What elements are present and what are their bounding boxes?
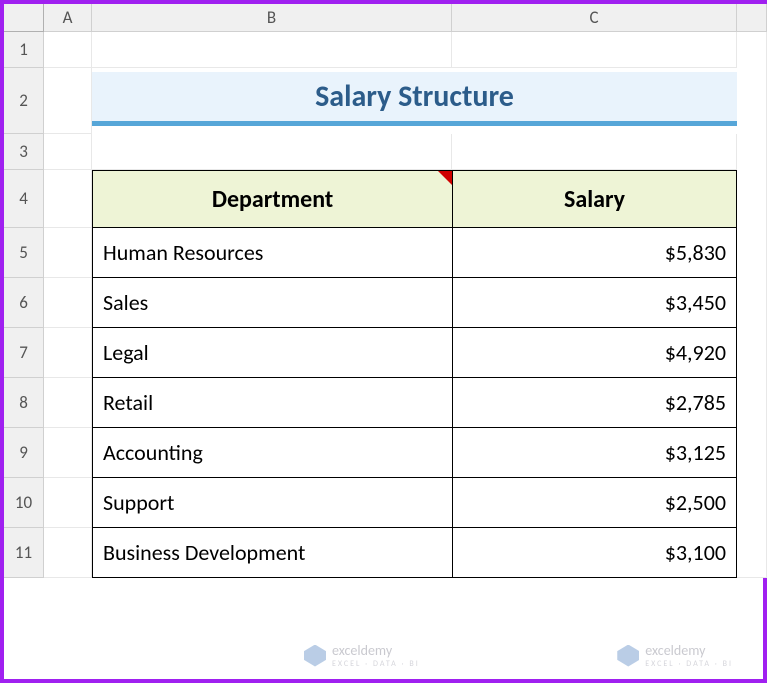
row-head-10[interactable]: 10 — [4, 478, 44, 528]
row-head-8[interactable]: 8 — [4, 378, 44, 428]
row-head-6[interactable]: 6 — [4, 278, 44, 328]
cell-c5[interactable]: $5,830 — [452, 228, 737, 278]
watermark-brand: exceldemy — [332, 642, 420, 659]
header-department-label: Department — [212, 185, 333, 214]
spreadsheet-grid: A B C 1 2 3 4 5 6 7 8 9 10 11 Salary Str… — [4, 4, 763, 578]
header-salary[interactable]: Salary — [452, 170, 737, 228]
header-department[interactable]: Department — [92, 170, 452, 228]
cell-c1[interactable] — [452, 32, 737, 68]
watermark-tagline: EXCEL · DATA · BI — [645, 659, 733, 669]
cell-b9[interactable]: Accounting — [92, 428, 452, 478]
watermark-right: exceldemy EXCEL · DATA · BI — [617, 642, 733, 669]
cell-b3[interactable] — [92, 134, 452, 170]
cell-b6[interactable]: Sales — [92, 278, 452, 328]
cell-c10[interactable]: $2,500 — [452, 478, 737, 528]
cell-b1[interactable] — [92, 32, 452, 68]
watermark-tagline: EXCEL · DATA · BI — [332, 659, 420, 669]
cell-b7[interactable]: Legal — [92, 328, 452, 378]
cell-a8[interactable] — [44, 378, 92, 428]
cell-b5[interactable]: Human Resources — [92, 228, 452, 278]
cell-a5[interactable] — [44, 228, 92, 278]
cell-a4[interactable] — [44, 170, 92, 228]
cell-c9[interactable]: $3,125 — [452, 428, 737, 478]
cell-a9[interactable] — [44, 428, 92, 478]
cell-c11[interactable]: $3,100 — [452, 528, 737, 578]
cell-b8[interactable]: Retail — [92, 378, 452, 428]
row-head-2[interactable]: 2 — [4, 68, 44, 134]
watermark-left: exceldemy EXCEL · DATA · BI — [304, 642, 420, 669]
cell-a2[interactable] — [44, 68, 92, 134]
comment-indicator-icon[interactable] — [438, 171, 452, 185]
select-all-corner[interactable] — [4, 4, 44, 32]
cell-a11[interactable] — [44, 528, 92, 578]
col-head-b[interactable]: B — [92, 4, 452, 32]
row-head-4[interactable]: 4 — [4, 170, 44, 228]
cell-b10[interactable]: Support — [92, 478, 452, 528]
page-title: Salary Structure — [92, 72, 737, 126]
row-head-7[interactable]: 7 — [4, 328, 44, 378]
row-head-11[interactable]: 11 — [4, 528, 44, 578]
cell-c3[interactable] — [452, 134, 737, 170]
cell-a7[interactable] — [44, 328, 92, 378]
row-head-1[interactable]: 1 — [4, 32, 44, 68]
cell-a10[interactable] — [44, 478, 92, 528]
cell-a6[interactable] — [44, 278, 92, 328]
col-head-c[interactable]: C — [452, 4, 737, 32]
row-head-3[interactable]: 3 — [4, 134, 44, 170]
header-salary-label: Salary — [564, 185, 625, 214]
cell-a3[interactable] — [44, 134, 92, 170]
col-head-a[interactable]: A — [44, 4, 92, 32]
cell-c7[interactable]: $4,920 — [452, 328, 737, 378]
brand-hex-icon — [304, 645, 326, 667]
brand-hex-icon — [617, 645, 639, 667]
cell-b11[interactable]: Business Development — [92, 528, 452, 578]
cell-a1[interactable] — [44, 32, 92, 68]
cell-c6[interactable]: $3,450 — [452, 278, 737, 328]
title-cell[interactable]: Salary Structure — [92, 68, 737, 134]
row-head-9[interactable]: 9 — [4, 428, 44, 478]
cell-c8[interactable]: $2,785 — [452, 378, 737, 428]
cell-d-blank[interactable] — [737, 32, 767, 578]
row-head-5[interactable]: 5 — [4, 228, 44, 278]
watermark-brand: exceldemy — [645, 642, 733, 659]
col-head-blank[interactable] — [737, 4, 767, 32]
